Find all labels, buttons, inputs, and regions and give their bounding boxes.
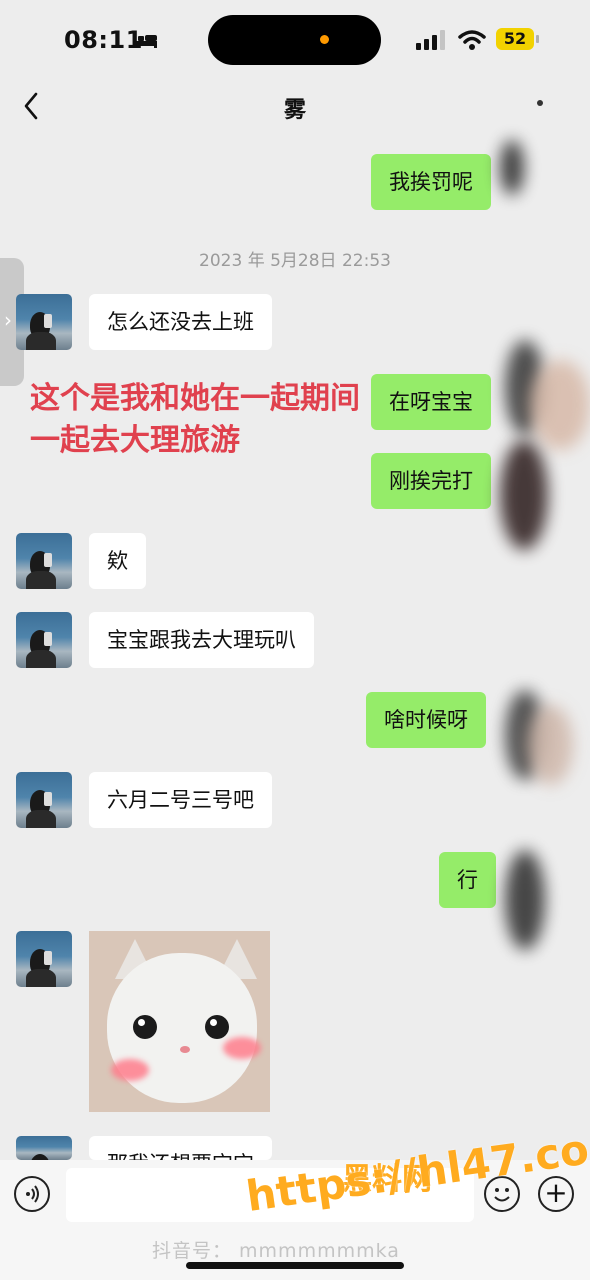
cat-blush (223, 1037, 261, 1059)
message-bubble-outgoing[interactable]: 行 (439, 852, 496, 908)
sleep-focus-icon (133, 33, 157, 48)
message-bubble-incoming[interactable]: 怎么还没去上班 (89, 294, 272, 350)
contact-avatar[interactable] (16, 1136, 72, 1160)
voice-input-icon[interactable] (14, 1176, 50, 1212)
contact-avatar[interactable] (16, 612, 72, 668)
chat-timestamp: 2023 年 5月28日 22:53 (199, 251, 391, 271)
annotation-overlay: 这个是我和她在一起期间 一起去大理旅游 (30, 378, 360, 462)
censor-blur (505, 850, 545, 950)
censor-blur (528, 705, 573, 785)
censor-blur (500, 440, 548, 550)
contact-avatar[interactable] (16, 294, 72, 350)
censor-blur (530, 360, 590, 450)
contact-avatar[interactable] (16, 931, 72, 987)
message-bubble-outgoing[interactable]: 我挨罚呢 (371, 154, 491, 210)
chevron-right-icon: › (4, 308, 12, 332)
contact-avatar[interactable] (16, 533, 72, 589)
battery-cap (536, 35, 539, 43)
add-attachment-icon[interactable]: + (538, 1176, 574, 1212)
message-bubble-outgoing[interactable]: 啥时候呀 (366, 692, 486, 748)
message-bubble-incoming[interactable]: 宝宝跟我去大理玩叭 (89, 612, 314, 668)
cellular-signal-icon (416, 30, 445, 50)
more-options-icon[interactable] (537, 100, 543, 106)
cat-sticker-image[interactable] (89, 931, 270, 1112)
annotation-line-2: 一起去大理旅游 (30, 423, 240, 458)
message-bubble-incoming[interactable]: 那我还想要宝宝 (89, 1136, 272, 1160)
privacy-indicator-dot (320, 35, 329, 44)
status-bar: 08:11 52 (0, 0, 590, 80)
contact-name: 雾 (283, 98, 306, 123)
cat-eye (133, 1015, 157, 1039)
wifi-icon (458, 30, 486, 50)
douyin-watermark: 抖音号： mmmmmmmka (152, 1240, 400, 1262)
message-bubble-outgoing[interactable]: 在呀宝宝 (371, 374, 491, 430)
dynamic-island (208, 15, 381, 65)
contact-avatar[interactable] (16, 772, 72, 828)
chat-header: 雾 (0, 80, 590, 132)
cat-nose (180, 1046, 190, 1053)
censor-blur (500, 140, 524, 195)
message-bubble-incoming[interactable]: 六月二号三号吧 (89, 772, 272, 828)
cat-eye (205, 1015, 229, 1039)
battery-level: 52 (496, 28, 534, 50)
message-bubble-incoming[interactable]: 欸 (89, 533, 146, 589)
cat-blush (111, 1059, 149, 1081)
annotation-line-1: 这个是我和她在一起期间 (30, 381, 360, 416)
home-indicator[interactable] (186, 1262, 404, 1269)
message-bubble-outgoing[interactable]: 刚挨完打 (371, 453, 491, 509)
